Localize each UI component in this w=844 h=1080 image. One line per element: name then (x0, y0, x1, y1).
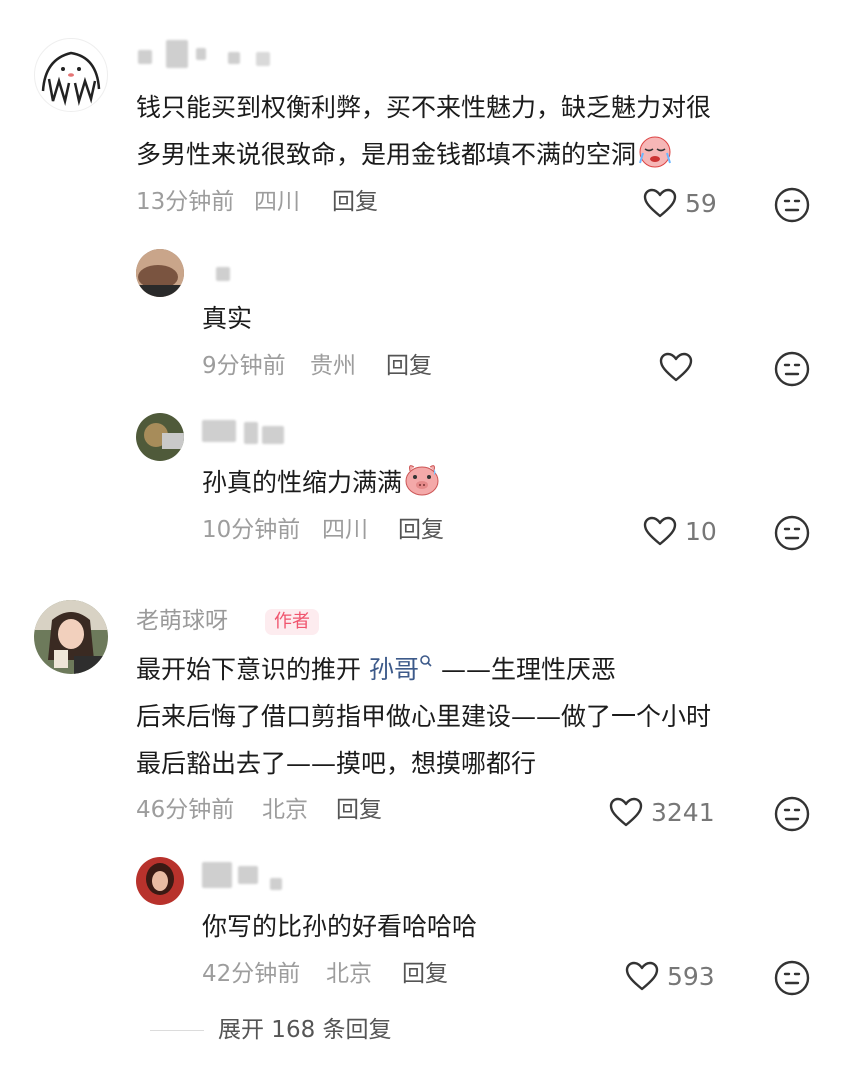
search-icon (419, 655, 433, 684)
sweat-pig-emoji-icon (402, 461, 442, 512)
comment-text: 多男性来说很致命，是用金钱都填不满的空洞 (136, 140, 637, 169)
reply-location: 四川 (322, 517, 368, 543)
comment-text-line: 最开始下意识的推开 孙哥 ——生理性厌恶 (136, 646, 616, 693)
neutral-face-icon (774, 796, 810, 836)
like-button[interactable]: 10 (643, 516, 717, 546)
crying-emoji-icon (636, 135, 674, 184)
avatar[interactable] (136, 857, 184, 905)
username-blurred[interactable] (216, 267, 230, 281)
neutral-face-icon (774, 960, 810, 1000)
heart-outline-icon (643, 516, 677, 546)
heart-outline-icon (643, 188, 677, 218)
dislike-button[interactable] (774, 187, 810, 227)
neutral-face-icon (774, 351, 810, 391)
reply-button[interactable]: 回复 (402, 963, 448, 986)
comment-text: 最开始下意识的推开 (136, 655, 362, 684)
reply-text: 你写的比孙的好看哈哈哈 (202, 912, 478, 941)
comment-text-line: 后来后悔了借口剪指甲做心里建设——做了一个小时 (136, 702, 712, 731)
comment-text-line: 最后豁出去了——摸吧，想摸哪都行 (136, 749, 537, 778)
heart-outline-icon (625, 961, 659, 991)
search-link-text: 孙哥 (368, 655, 419, 684)
search-link[interactable]: 孙哥 (369, 655, 433, 684)
avatar[interactable] (34, 600, 108, 674)
expand-replies-button[interactable]: 展开 168 条回复 (218, 1019, 392, 1042)
like-button[interactable]: 3241 (609, 797, 715, 827)
dislike-button[interactable] (774, 351, 810, 391)
reply-location: 北京 (326, 961, 372, 987)
photo-avatar-icon (136, 413, 184, 461)
like-button[interactable] (659, 352, 701, 382)
comment-time: 13分钟前 (136, 189, 235, 215)
avatar[interactable] (136, 249, 184, 297)
photo-avatar-icon (136, 249, 184, 297)
heart-outline-icon (659, 352, 693, 382)
comment-text: ——生理性厌恶 (440, 655, 616, 684)
reply-button[interactable]: 回复 (332, 191, 378, 214)
author-badge: 作者 (265, 609, 319, 635)
neutral-face-icon (774, 187, 810, 227)
dislike-button[interactable] (774, 515, 810, 555)
reply-button[interactable]: 回复 (398, 519, 444, 542)
heart-outline-icon (609, 797, 643, 827)
comment-text-line: 钱只能买到权衡利弊，买不来性魅力，缺乏魅力对很 (136, 93, 712, 122)
comment-location: 北京 (262, 797, 308, 823)
reply-text: 真实 (202, 304, 253, 333)
reply-time: 42分钟前 (202, 961, 301, 987)
avatar[interactable] (34, 38, 108, 112)
photo-avatar-icon (136, 857, 184, 905)
reply-location: 贵州 (310, 353, 356, 379)
reply-button[interactable]: 回复 (386, 355, 432, 378)
like-button[interactable]: 593 (625, 961, 715, 991)
photo-avatar-icon (34, 600, 108, 674)
doodle-avatar-icon (41, 51, 101, 106)
like-count: 3241 (651, 797, 715, 827)
reply-time: 9分钟前 (202, 353, 286, 379)
like-count: 59 (685, 188, 717, 218)
like-count: 10 (685, 516, 717, 546)
dislike-button[interactable] (774, 796, 810, 836)
comment-time: 46分钟前 (136, 797, 235, 823)
like-button[interactable]: 59 (643, 188, 717, 218)
reply-button[interactable]: 回复 (336, 799, 382, 822)
neutral-face-icon (774, 515, 810, 555)
expand-divider (150, 1030, 204, 1031)
reply-time: 10分钟前 (202, 517, 301, 543)
comment-location: 四川 (254, 189, 300, 215)
avatar[interactable] (136, 413, 184, 461)
username[interactable]: 老萌球呀 (136, 610, 228, 633)
like-count: 593 (667, 961, 715, 991)
comment-text-line: 多男性来说很致命，是用金钱都填不满的空洞 (136, 131, 674, 184)
dislike-button[interactable] (774, 960, 810, 1000)
reply-text: 孙真的性缩力满满 (202, 468, 403, 497)
reply-text-line: 孙真的性缩力满满 (202, 459, 442, 512)
